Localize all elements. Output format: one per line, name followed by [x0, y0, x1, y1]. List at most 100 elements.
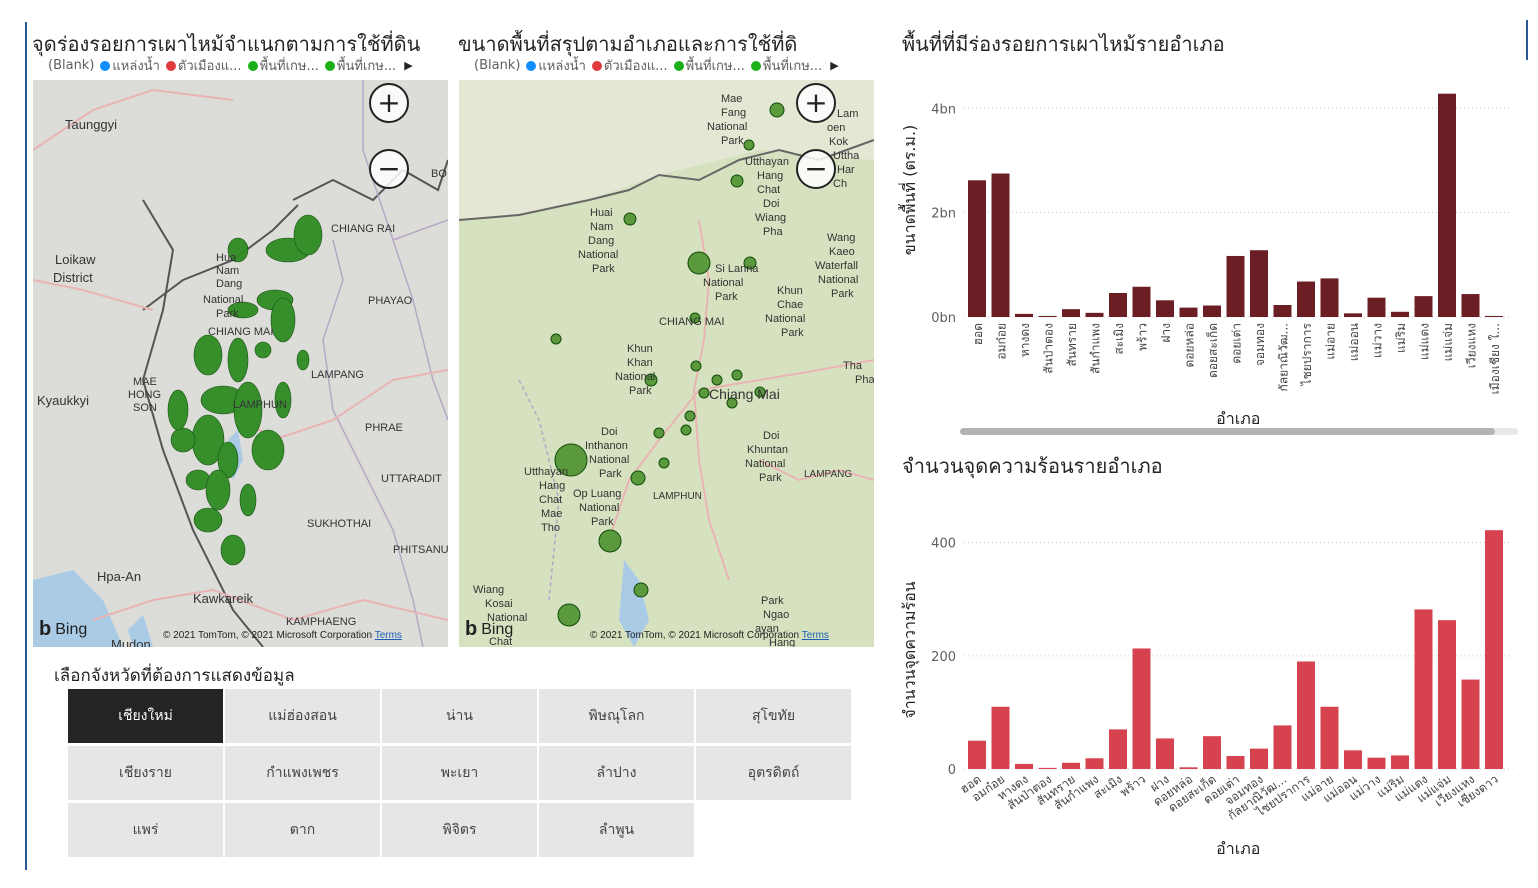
bar: [991, 706, 1010, 769]
legend-dot-icon: [324, 60, 335, 71]
place-label: District: [53, 270, 93, 285]
legend-item-agri1[interactable]: พื้นที่เกษ...: [247, 55, 319, 76]
place-label: Kosai: [485, 598, 513, 610]
x-tick-label: แม่ริม: [1394, 323, 1408, 353]
place-label: Waterfall: [815, 260, 858, 272]
legend-next-icon[interactable]: ▶: [830, 59, 838, 72]
slicer-option[interactable]: แพร่: [68, 803, 223, 857]
y-tick-label: 0: [948, 763, 956, 778]
terms-link[interactable]: Terms: [375, 630, 402, 641]
slicer-option[interactable]: กำแพงเพชร: [225, 746, 380, 800]
y-axis-title: ขนาดพื้นที่ (ตร.ม.): [898, 125, 919, 256]
map1-zoom-out-button[interactable]: −: [369, 149, 409, 189]
bar: [1391, 311, 1409, 317]
x-tick-label: พร้าว: [1136, 323, 1150, 351]
map1-legend: (Blank) แหล่งน้ำ ตัวเมืองแ... พื้นที่เกษ…: [48, 55, 413, 76]
place-label: National: [765, 313, 806, 325]
legend-item-water[interactable]: แหล่งน้ำ: [526, 55, 586, 76]
x-tick-label: สะเมิง: [1112, 323, 1126, 355]
slicer-option[interactable]: อุตรดิตถ์: [696, 746, 851, 800]
place-label: Hpa-An: [97, 569, 142, 584]
bar: [1485, 315, 1503, 317]
bar: [1273, 305, 1292, 317]
x-tick-label: ฮอด: [971, 323, 985, 345]
place-label: Park: [715, 291, 738, 303]
chart1-scrollbar-thumb[interactable]: [960, 428, 1495, 435]
x-tick-label: ดอยหล่อ: [1183, 323, 1197, 368]
legend-blank: (Blank): [474, 58, 521, 73]
bar: [1414, 296, 1433, 317]
slicer-option[interactable]: น่าน: [382, 689, 537, 743]
legend-next-icon[interactable]: ▶: [404, 59, 412, 72]
y-axis-title: จำนวนจุดความร้อน: [900, 581, 920, 718]
place-label: Mae: [541, 508, 563, 520]
place-label: Tha: [843, 360, 862, 372]
slicer-option[interactable]: สุโขทัย: [696, 689, 851, 743]
place-label: Mudon: [111, 637, 151, 647]
x-tick-label: ดอยสะเก็ด: [1205, 323, 1220, 378]
x-tick-label: กัลยาณิวัฒ...: [1277, 323, 1291, 392]
bar: [1062, 762, 1080, 769]
place-label: Hang: [539, 480, 566, 492]
bar: [1250, 748, 1268, 769]
place-label: Park: [216, 308, 239, 320]
bar: [1085, 758, 1104, 769]
bar: [1273, 725, 1292, 769]
x-tick-label: สันทราย: [1065, 323, 1079, 367]
legend-item-agri2[interactable]: พื้นที่เกษ...: [324, 55, 396, 76]
slicer-option[interactable]: เชียงราย: [68, 746, 223, 800]
place-label: LAMPHUN: [653, 491, 702, 502]
bar: [1297, 661, 1315, 769]
legend-dot-icon: [591, 60, 602, 71]
bar: [1461, 294, 1480, 317]
slicer-option[interactable]: พะเยา: [382, 746, 537, 800]
place-label: Wiang: [755, 212, 787, 224]
slicer-option[interactable]: ลำพูน: [539, 803, 694, 857]
place-label: Chae: [777, 299, 804, 311]
place-label: Park: [591, 516, 614, 528]
slicer-title: เลือกจังหวัดที่ต้องการแสดงข้อมูล: [54, 666, 295, 686]
bar: [1250, 250, 1268, 317]
bar: [1109, 293, 1127, 317]
bing-logo: b Bing: [465, 618, 514, 640]
map1-zoom-in-button[interactable]: +: [369, 83, 409, 123]
bar: [1038, 767, 1057, 769]
chart1-scrollbar[interactable]: [960, 428, 1518, 435]
bing-icon: b: [39, 618, 52, 640]
place-label: Hua: [216, 252, 237, 264]
legend-item-agri2[interactable]: พื้นที่เกษ...: [750, 55, 822, 76]
place-label: Ngao: [763, 609, 790, 621]
legend-item-water[interactable]: แหล่งน้ำ: [100, 55, 160, 76]
place-label: Utthayan: [745, 156, 790, 168]
place-label: National: [589, 454, 630, 466]
map2[interactable]: Mae Fang National Park Utthayan Hang Cha…: [459, 80, 874, 647]
slicer-option[interactable]: ตาก: [225, 803, 380, 857]
place-label: Chat: [539, 494, 563, 506]
bar: [1226, 255, 1245, 317]
place-label: Ch: [833, 178, 848, 190]
place-label: Chat: [757, 184, 781, 196]
map1[interactable]: Taunggyi Loikaw District CHIANG RAI PHAY…: [33, 80, 448, 647]
place-label: LAMPANG: [804, 469, 853, 480]
slicer-option[interactable]: เชียงใหม่: [68, 689, 223, 743]
place-label: Park: [592, 263, 615, 275]
chart1-title: พื้นที่ที่มีร่องรอยการเผาไหม้รายอำเภอ: [902, 32, 1225, 56]
place-label: CHIANG MAI: [659, 316, 725, 328]
place-label: Hang: [757, 170, 784, 182]
legend-item-urban[interactable]: ตัวเมืองแ...: [165, 55, 242, 76]
slicer-option[interactable]: พิจิตร: [382, 803, 537, 857]
legend-item-urban[interactable]: ตัวเมืองแ...: [591, 55, 668, 76]
slicer-option[interactable]: พิษณุโลก: [539, 689, 694, 743]
place-label: National: [745, 458, 786, 470]
legend-dot-icon: [673, 60, 684, 71]
bar: [1367, 297, 1386, 317]
slicer-option[interactable]: ลำปาง: [539, 746, 694, 800]
terms-link[interactable]: Terms: [802, 630, 829, 641]
map2-zoom-in-button[interactable]: +: [796, 83, 836, 123]
province-slicer: เชียงใหม่ แม่ฮ่องสอน น่าน พิษณุโลก สุโขท…: [68, 689, 851, 857]
slicer-option[interactable]: แม่ฮ่องสอน: [225, 689, 380, 743]
map2-zoom-out-button[interactable]: −: [796, 149, 836, 189]
bar: [1062, 309, 1080, 317]
legend-item-agri1[interactable]: พื้นที่เกษ...: [673, 55, 745, 76]
legend-dot-icon: [100, 60, 111, 71]
